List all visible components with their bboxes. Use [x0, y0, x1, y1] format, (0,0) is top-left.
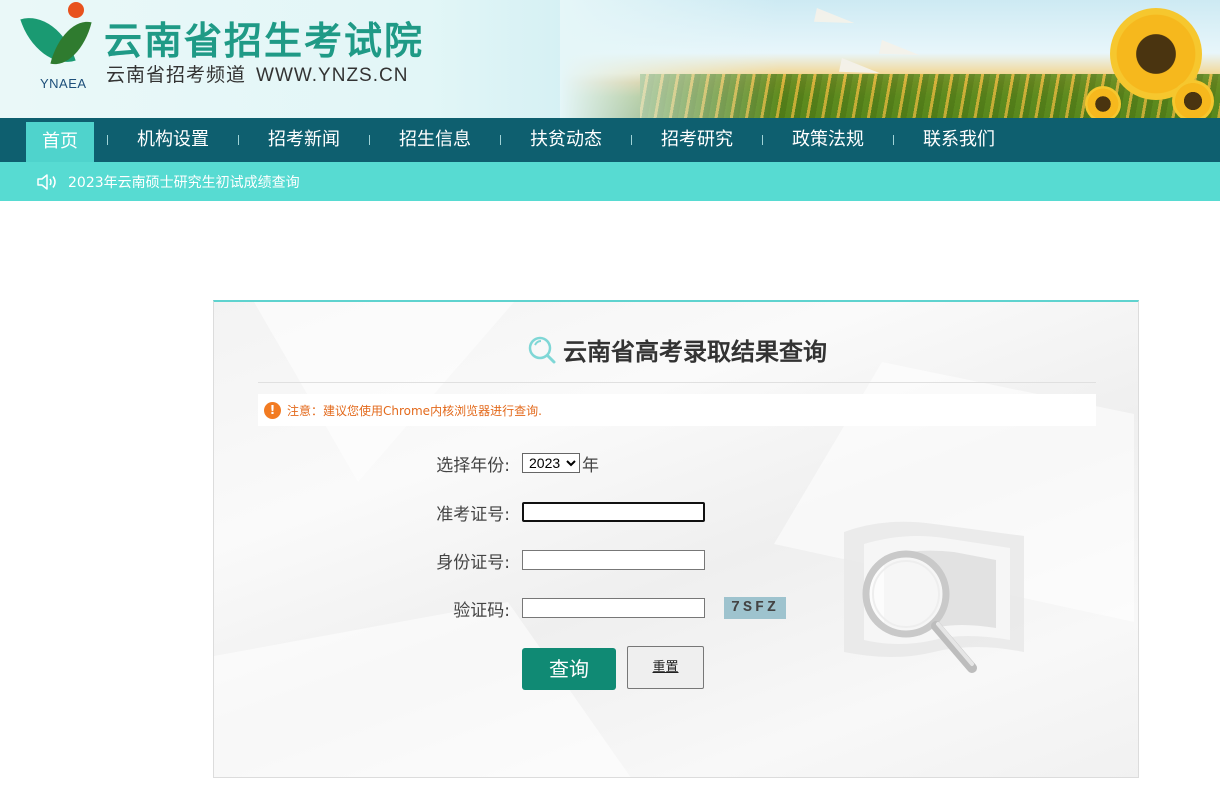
nav-item-news[interactable]: 招考新闻: [252, 120, 356, 160]
nav-divider: [369, 135, 370, 145]
nav-divider: [762, 135, 763, 145]
browser-tip: ! 注意：建议您使用Chrome内核浏览器进行查询.: [258, 394, 1096, 426]
site-title: 云南省招生考试院: [104, 19, 425, 63]
nav-divider: [893, 135, 894, 145]
nav-divider: [238, 135, 239, 145]
query-panel: 云南省高考录取结果查询 ! 注意：建议您使用Chrome内核浏览器进行查询. 选…: [213, 300, 1139, 778]
speaker-icon: [36, 173, 60, 191]
year-suffix: 年: [582, 455, 599, 476]
exam-id-label: 准考证号:: [436, 504, 510, 525]
panel-title-text: 云南省高考录取结果查询: [563, 338, 827, 366]
notice-link[interactable]: 2023年云南硕士研究生初试成绩查询: [68, 172, 300, 192]
magnifier-decoration: [824, 502, 1044, 706]
logo-abbr: YNAEA: [40, 76, 87, 91]
title-divider: [258, 382, 1096, 383]
notice-bar: 2023年云南硕士研究生初试成绩查询: [0, 162, 1220, 201]
nav-divider: [107, 135, 108, 145]
captcha-label: 验证码:: [453, 600, 510, 621]
site-subtitle: 云南省招考频道 WWW.YNZS.CN: [106, 60, 408, 87]
exam-id-input[interactable]: [522, 502, 705, 522]
nav-item-poverty-alleviation[interactable]: 扶贫动态: [514, 120, 618, 160]
nav-item-contact[interactable]: 联系我们: [907, 120, 1011, 160]
main-nav: 首页 机构设置 招考新闻 招生信息 扶贫动态 招考研究 政策法规 联系我们: [0, 118, 1220, 162]
nav-item-admissions[interactable]: 招生信息: [383, 120, 487, 160]
header-banner: YNAEA 云南省招生考试院 云南省招考频道 WWW.YNZS.CN: [0, 0, 1220, 118]
site-url: WWW.YNZS.CN: [256, 65, 409, 86]
id-card-input[interactable]: [522, 550, 705, 570]
query-button[interactable]: 查询: [522, 648, 616, 690]
nav-item-organization[interactable]: 机构设置: [121, 120, 225, 160]
nav-divider: [631, 135, 632, 145]
logo-dot: [68, 2, 84, 18]
nav-divider: [500, 135, 501, 145]
search-icon: [527, 335, 557, 371]
year-field-wrap: 2023 年: [522, 451, 599, 476]
panel-bg-shape: [214, 602, 634, 777]
year-select[interactable]: 2023: [522, 453, 580, 473]
captcha-input[interactable]: [522, 598, 705, 618]
id-card-label: 身份证号:: [436, 552, 510, 573]
year-label: 选择年份:: [436, 455, 510, 476]
reset-button[interactable]: 重置: [627, 646, 704, 689]
nav-item-research[interactable]: 招考研究: [645, 120, 749, 160]
nav-item-policy[interactable]: 政策法规: [776, 120, 880, 160]
sunflower-icon: [1085, 86, 1121, 118]
warning-icon: !: [264, 401, 281, 419]
banner-fade: [560, 0, 780, 118]
sunflower-icon: [1172, 80, 1214, 118]
captcha-image[interactable]: 7SFZ: [724, 597, 786, 619]
browser-tip-text: 注意：建议您使用Chrome内核浏览器进行查询.: [287, 403, 542, 418]
site-subtitle-text: 云南省招考频道: [106, 64, 247, 86]
panel-title: 云南省高考录取结果查询: [214, 332, 1138, 371]
nav-item-home[interactable]: 首页: [26, 122, 94, 162]
